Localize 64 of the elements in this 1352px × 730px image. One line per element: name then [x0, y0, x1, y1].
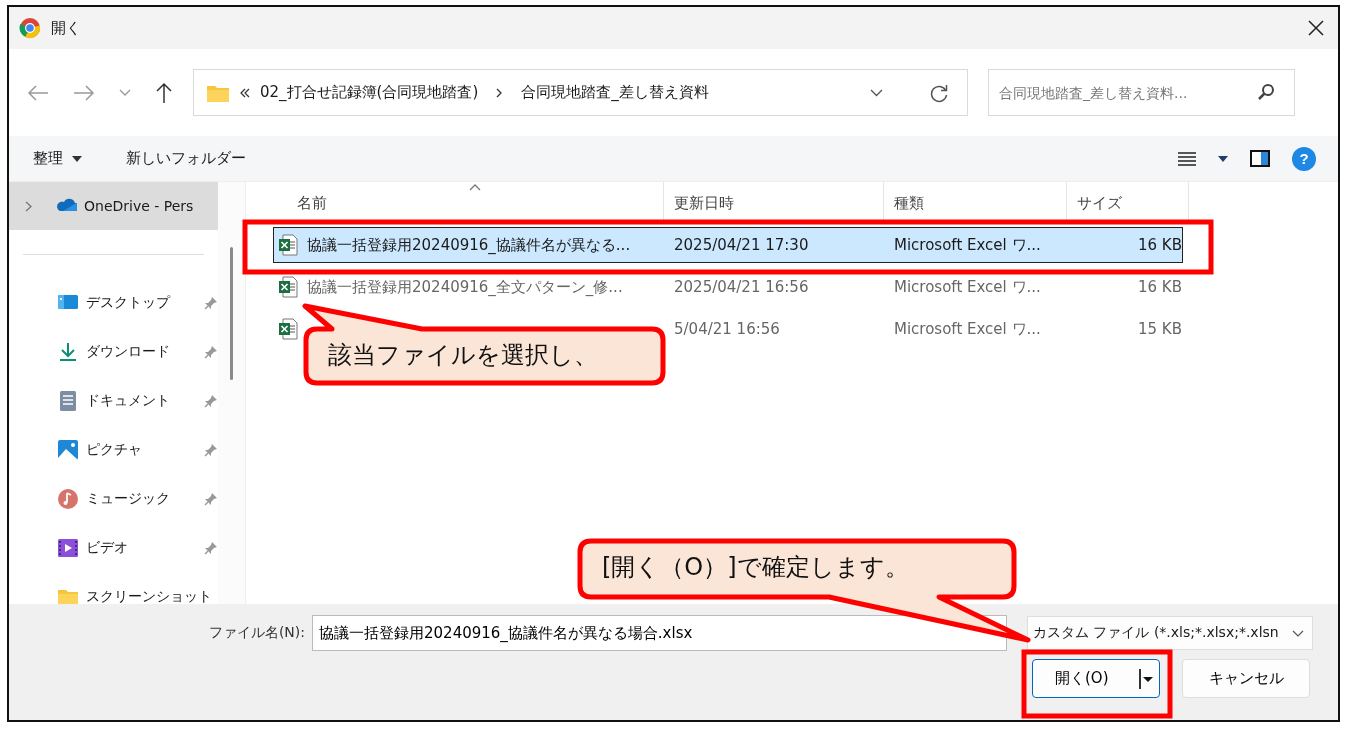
file-type: Microsoft Excel ワ...	[894, 319, 1041, 338]
up-arrow-icon[interactable]	[155, 81, 173, 104]
window-title: 開く	[51, 18, 81, 38]
search-icon[interactable]	[1257, 83, 1275, 101]
sidebar-item[interactable]: ダウンロード	[9, 327, 218, 376]
back-arrow-icon[interactable]	[27, 83, 49, 102]
callout-tooltip: 該当ファイルを選択し、	[302, 303, 668, 387]
split-caret-icon	[1139, 668, 1153, 689]
cancel-button[interactable]: キャンセル	[1182, 659, 1310, 698]
forward-arrow-icon[interactable]	[73, 83, 95, 102]
open-button[interactable]: 開く(O)	[1032, 659, 1160, 698]
chevron-right-icon	[496, 87, 504, 98]
file-name: 協議一括登録用20240916_協議件名が異なる...	[307, 235, 631, 255]
file-row[interactable]: 協議一括登録用20240916_協議件名が異なる... 2025/04/21 17:30 Microsoft Excel ワ... 16 KB	[273, 227, 1183, 263]
double-chevron-icon	[240, 87, 250, 98]
sidebar-item[interactable]: OneDrive - Pers	[9, 182, 218, 230]
modified-date: 2025/04/21 17:30	[674, 236, 809, 254]
spreadsheet-file-icon	[278, 318, 298, 340]
spreadsheet-file-icon	[278, 234, 298, 256]
spreadsheet-file-icon	[278, 276, 298, 298]
file-type-dropdown[interactable]: カスタム ファイル (*.xls;*.xlsx;*.xlsn	[1027, 616, 1313, 650]
filename-label: ファイル名(N):	[207, 624, 305, 642]
modified-date: 2025/04/21 16:56	[674, 278, 809, 296]
preview-pane-icon[interactable]	[1250, 150, 1270, 167]
sidebar-item[interactable]: ミュージック	[9, 474, 218, 523]
chevron-down-icon	[1292, 629, 1304, 637]
video-icon	[57, 536, 79, 559]
breadcrumb-segment[interactable]: 合同現地踏査_差し替え資料	[521, 83, 709, 102]
column-header[interactable]: 種類	[884, 182, 1067, 224]
sidebar-item[interactable]: ビデオ	[9, 523, 218, 572]
caret-icon	[72, 155, 82, 162]
column-header[interactable]: 更新日時	[664, 182, 884, 224]
sidebar-item[interactable]: ピクチャ	[9, 425, 218, 474]
music-note-icon	[57, 487, 79, 510]
new-folder-button[interactable]: 新しいフォルダー	[122, 145, 250, 172]
sidebar-item[interactable]: スクリーンショット	[9, 572, 218, 604]
sidebar-item[interactable]: デスクトップ	[9, 278, 218, 327]
file-size: 16 KB	[1138, 236, 1182, 254]
address-bar[interactable]: 02_打合せ記録簿(合同現地踏査) 合同現地踏査_差し替え資料	[193, 69, 968, 116]
organize-menu-button[interactable]: 整理	[29, 145, 86, 172]
filename-field[interactable]: 協議一括登録用20240916_協議件名が異なる場合.xlsx	[312, 615, 1007, 651]
breadcrumb-segment[interactable]: 02_打合せ記録簿(合同現地踏査)	[260, 83, 479, 102]
file-name: 協議一括登録用20240916_全文パターン_修...	[307, 277, 623, 297]
browser-logo-icon	[19, 17, 41, 39]
file-size: 15 KB	[1138, 320, 1182, 338]
scrollbar-thumb[interactable]	[230, 247, 233, 380]
document-icon	[57, 389, 79, 412]
sidebar-item[interactable]: ドキュメント	[9, 376, 218, 425]
help-button[interactable]: ?	[1292, 146, 1316, 171]
file-size: 16 KB	[1138, 278, 1182, 296]
column-header[interactable]: 名前	[246, 182, 664, 224]
picture-icon	[57, 438, 79, 461]
search-field[interactable]: 合同現地踏査_差し替え資料...	[988, 69, 1295, 116]
download-arrow-icon	[57, 340, 79, 363]
file-type: Microsoft Excel ワ...	[894, 277, 1041, 296]
column-header[interactable]: サイズ	[1067, 182, 1189, 224]
refresh-icon[interactable]	[929, 82, 949, 103]
file-type: Microsoft Excel ワ...	[894, 235, 1041, 254]
close-icon[interactable]	[1308, 20, 1324, 36]
list-view-icon[interactable]	[1178, 151, 1196, 166]
chevron-down-icon[interactable]	[870, 88, 883, 97]
modified-date: 5/04/21 16:56	[674, 320, 780, 338]
caret-icon[interactable]	[1218, 155, 1228, 162]
chevron-right-icon	[25, 200, 32, 212]
